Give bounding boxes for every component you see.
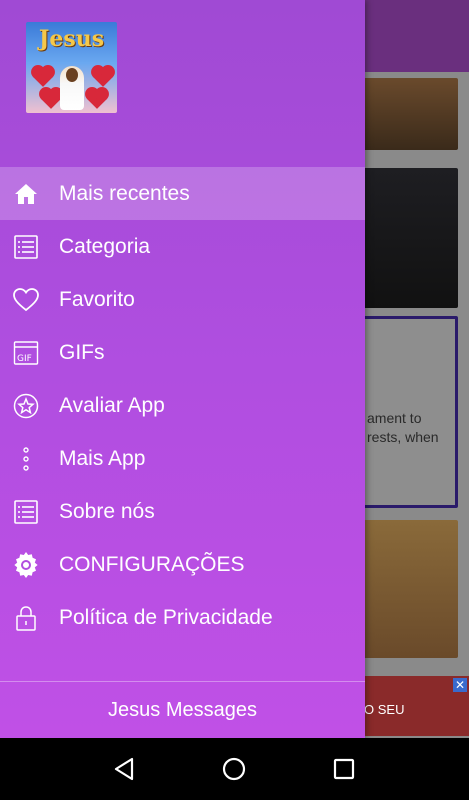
- menu-item-avaliar-app[interactable]: Avaliar App: [0, 379, 365, 432]
- logo-title: Jesus: [38, 26, 105, 52]
- home-button[interactable]: [219, 754, 249, 784]
- menu-item-label: Avaliar App: [59, 393, 165, 417]
- background-ad-card[interactable]: ament to rests, when: [362, 316, 458, 508]
- back-icon: [114, 757, 133, 781]
- drawer-menu: Mais recentes Categoria Favorito GIF GIF…: [0, 167, 365, 644]
- settings-icon: [13, 551, 39, 578]
- list-icon: [13, 499, 39, 525]
- lock-icon: [13, 605, 39, 631]
- star-icon: [13, 393, 39, 419]
- home-circle-icon: [223, 757, 246, 781]
- drawer-header: Jesus: [0, 0, 365, 167]
- menu-item-mais-recentes[interactable]: Mais recentes: [0, 167, 365, 220]
- menu-item-label: GIFs: [59, 340, 105, 364]
- more-vertical-icon: [13, 446, 39, 472]
- home-icon: [13, 181, 39, 207]
- menu-item-label: Mais App: [59, 446, 146, 470]
- recents-button[interactable]: [329, 754, 359, 784]
- svg-text:GIF: GIF: [17, 354, 32, 364]
- menu-item-label: Sobre nós: [59, 499, 155, 523]
- heart-decoration: [93, 67, 113, 87]
- recents-icon: [334, 758, 355, 780]
- menu-item-gifs[interactable]: GIF GIFs: [0, 326, 365, 379]
- menu-item-sobre-nos[interactable]: Sobre nós: [0, 485, 365, 538]
- menu-item-categoria[interactable]: Categoria: [0, 220, 365, 273]
- menu-item-label: Categoria: [59, 234, 151, 258]
- ad-close-icon[interactable]: ✕: [453, 678, 467, 692]
- background-card[interactable]: [362, 78, 458, 150]
- gif-icon: GIF: [13, 340, 39, 366]
- drawer-footer-title: Jesus Messages: [108, 698, 257, 721]
- ad-banner-text: O SEU: [364, 702, 405, 717]
- heart-icon: [13, 287, 39, 313]
- menu-item-politica-privacidade[interactable]: Política de Privacidade: [0, 591, 365, 644]
- background-card-text: ament to rests, when: [367, 410, 439, 445]
- menu-item-mais-app[interactable]: Mais App: [0, 432, 365, 485]
- heart-decoration: [33, 67, 53, 87]
- app-logo: Jesus: [26, 22, 117, 113]
- jesus-figure: [60, 66, 84, 110]
- menu-item-configuracoes[interactable]: CONFIGURAÇÕES: [0, 538, 365, 591]
- back-button[interactable]: [110, 754, 140, 784]
- ad-banner[interactable]: O SEU ✕: [362, 676, 469, 736]
- heart-decoration: [87, 89, 107, 109]
- menu-item-label: CONFIGURAÇÕES: [59, 552, 245, 576]
- heart-decoration: [41, 89, 61, 109]
- menu-item-label: Política de Privacidade: [59, 605, 273, 629]
- menu-item-favorito[interactable]: Favorito: [0, 273, 365, 326]
- menu-item-label: Mais recentes: [59, 181, 190, 205]
- background-card[interactable]: [362, 168, 458, 308]
- navigation-drawer: Jesus Mais recentes Categoria Favorito G…: [0, 0, 365, 738]
- background-card[interactable]: [362, 520, 458, 658]
- system-navigation-bar: [0, 738, 469, 800]
- list-icon: [13, 234, 39, 260]
- menu-item-label: Favorito: [59, 287, 135, 311]
